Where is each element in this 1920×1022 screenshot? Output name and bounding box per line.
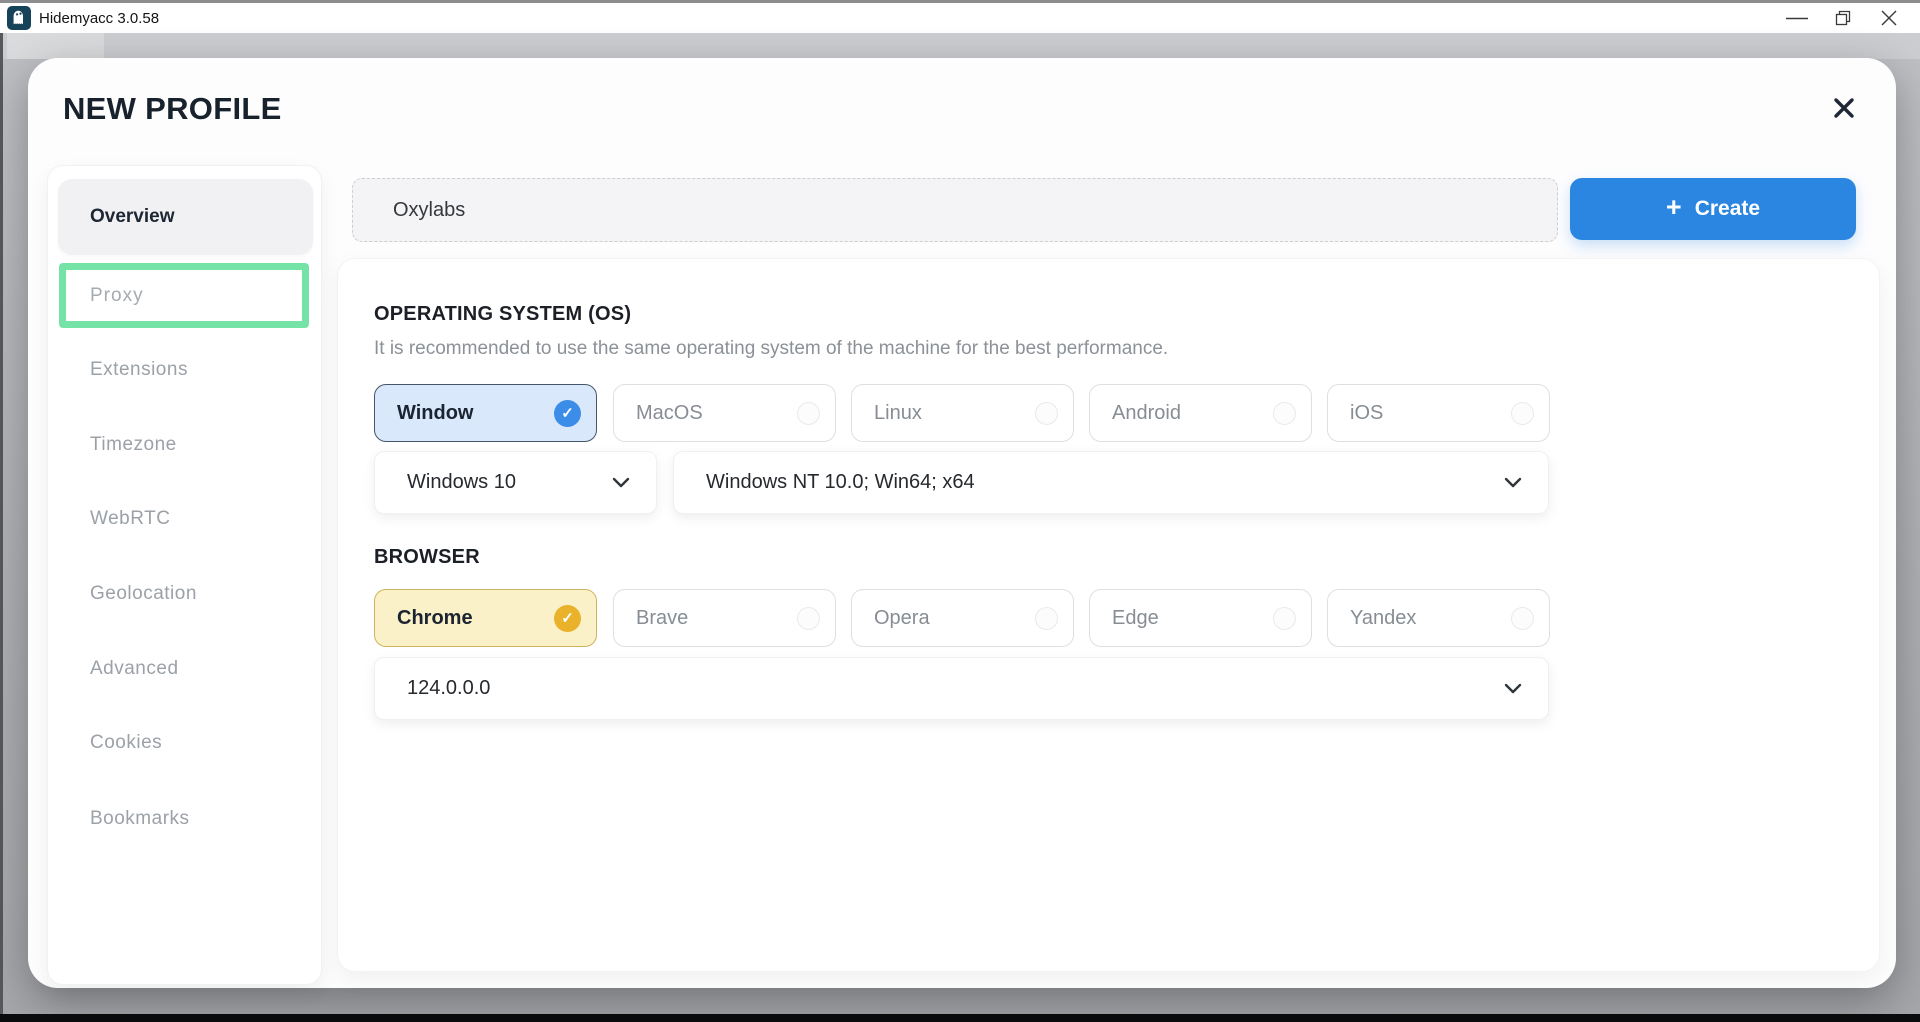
sidebar-item-geolocation[interactable]: Geolocation: [48, 583, 323, 607]
os-option-label: Linux: [874, 402, 922, 425]
app-ghost-icon: [7, 6, 31, 30]
browser-option-label: Chrome: [397, 607, 473, 630]
sidebar-item-proxy[interactable]: Proxy: [59, 263, 309, 328]
dropdown-value: Windows 10: [407, 471, 516, 494]
os-option-macos[interactable]: MacOS: [613, 384, 836, 442]
sidebar-item-label: Cookies: [90, 732, 162, 753]
radio-icon: [1511, 402, 1534, 425]
settings-card: OPERATING SYSTEM (OS) It is recommended …: [337, 258, 1880, 972]
sidebar-item-label: Overview: [90, 206, 175, 228]
os-section-title: OPERATING SYSTEM (OS): [374, 303, 631, 326]
titlebar: Hidemyacc 3.0.58: [0, 0, 1920, 33]
close-icon: [1832, 96, 1856, 120]
sidebar-item-advanced[interactable]: Advanced: [48, 658, 323, 682]
taskbar-strip: [0, 1014, 1920, 1022]
window-controls: [1774, 3, 1912, 33]
create-button[interactable]: + Create: [1570, 178, 1856, 240]
radio-icon: [1035, 402, 1058, 425]
sidebar-item-webrtc[interactable]: WebRTC: [48, 508, 323, 532]
close-icon: [1881, 10, 1897, 26]
browser-option-opera[interactable]: Opera: [851, 589, 1074, 647]
os-version-dropdown[interactable]: Windows 10: [374, 451, 657, 514]
sidebar-item-label: WebRTC: [90, 508, 170, 529]
minimize-button[interactable]: [1774, 3, 1820, 33]
browser-option-label: Opera: [874, 607, 930, 630]
sidebar-item-extensions[interactable]: Extensions: [48, 359, 323, 383]
dialog-close-button[interactable]: [1820, 84, 1868, 132]
restore-icon: [1835, 10, 1851, 26]
check-icon: ✓: [554, 400, 581, 427]
os-option-label: Window: [397, 402, 473, 425]
sidebar-item-bookmarks[interactable]: Bookmarks: [48, 808, 323, 832]
chevron-down-icon: [1504, 683, 1522, 694]
create-button-label: Create: [1695, 197, 1760, 221]
profile-name-input[interactable]: [352, 178, 1558, 242]
window-left-border: [0, 33, 3, 1014]
sidebar-item-label: Bookmarks: [90, 808, 190, 829]
chevron-down-icon: [612, 477, 630, 488]
os-section-description: It is recommended to use the same operat…: [374, 338, 1168, 360]
sidebar-item-overview[interactable]: Overview: [58, 179, 313, 255]
browser-option-brave[interactable]: Brave: [613, 589, 836, 647]
os-option-label: iOS: [1350, 402, 1383, 425]
browser-option-label: Brave: [636, 607, 688, 630]
chevron-down-icon: [1504, 477, 1522, 488]
radio-icon: [1273, 402, 1296, 425]
radio-icon: [797, 607, 820, 630]
browser-option-label: Edge: [1112, 607, 1159, 630]
minimize-icon: [1786, 17, 1808, 20]
sidebar-item-label: Proxy: [90, 285, 144, 307]
dropdown-value: Windows NT 10.0; Win64; x64: [706, 471, 975, 494]
user-agent-dropdown[interactable]: Windows NT 10.0; Win64; x64: [673, 451, 1549, 514]
browser-option-edge[interactable]: Edge: [1089, 589, 1312, 647]
os-option-android[interactable]: Android: [1089, 384, 1312, 442]
plus-icon: +: [1666, 194, 1682, 221]
radio-icon: [1035, 607, 1058, 630]
browser-option-yandex[interactable]: Yandex: [1327, 589, 1550, 647]
browser-option-chrome[interactable]: Chrome ✓: [374, 589, 597, 647]
os-option-label: Android: [1112, 402, 1181, 425]
dimmed-backdrop-panel: [7, 33, 104, 59]
os-option-window[interactable]: Window ✓: [374, 384, 597, 442]
browser-version-dropdown[interactable]: 124.0.0.0: [374, 657, 1549, 720]
sidebar-item-timezone[interactable]: Timezone: [48, 434, 323, 458]
new-profile-dialog: NEW PROFILE Overview Proxy Extensions Ti…: [28, 58, 1896, 988]
radio-icon: [1511, 607, 1534, 630]
browser-option-label: Yandex: [1350, 607, 1416, 630]
restore-button[interactable]: [1820, 3, 1866, 33]
dimmed-backdrop-strip: [0, 33, 1920, 59]
sidebar-item-label: Timezone: [90, 434, 177, 455]
dropdown-value: 124.0.0.0: [407, 677, 490, 700]
os-option-linux[interactable]: Linux: [851, 384, 1074, 442]
close-window-button[interactable]: [1866, 3, 1912, 33]
sidebar-item-label: Advanced: [90, 658, 179, 679]
window-title: Hidemyacc 3.0.58: [39, 10, 159, 27]
sidebar-item-label: Extensions: [90, 359, 188, 380]
check-icon: ✓: [554, 605, 581, 632]
radio-icon: [797, 402, 820, 425]
os-option-label: MacOS: [636, 402, 703, 425]
radio-icon: [1273, 607, 1296, 630]
os-option-ios[interactable]: iOS: [1327, 384, 1550, 442]
sidebar-item-cookies[interactable]: Cookies: [48, 732, 323, 756]
browser-section-title: BROWSER: [374, 546, 480, 569]
dialog-title: NEW PROFILE: [63, 91, 282, 127]
sidebar: Overview Proxy Extensions Timezone WebRT…: [47, 165, 322, 985]
sidebar-item-label: Geolocation: [90, 583, 197, 604]
